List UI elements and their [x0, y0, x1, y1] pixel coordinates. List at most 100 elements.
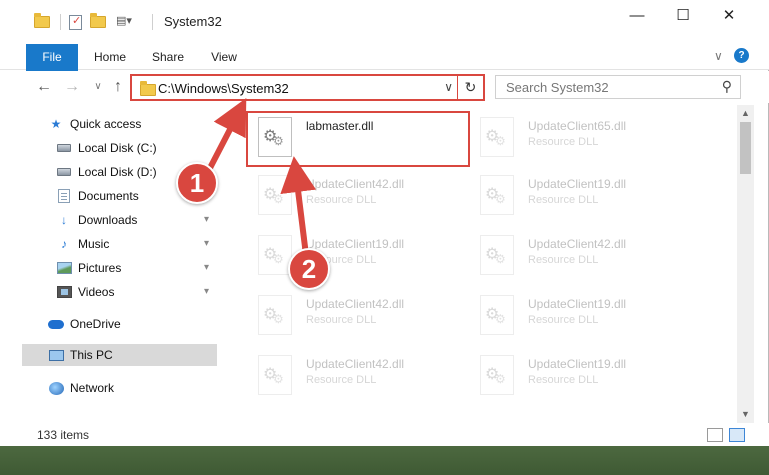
search-box[interactable]: Search System32 ⚲	[495, 75, 741, 99]
minimize-button[interactable]: —	[614, 0, 660, 30]
search-icon[interactable]: ⚲	[722, 78, 732, 95]
navigation-bar: ← → ∨ ↑ C:\Windows\System32 ∨ ↻ Search S…	[0, 71, 769, 103]
file-type: Resource DLL	[528, 314, 599, 326]
tab-view[interactable]: View	[202, 44, 246, 70]
sidebar-item-label: Local Disk (D:)	[78, 165, 157, 179]
scroll-thumb[interactable]	[740, 122, 751, 174]
properties-icon[interactable]: ✓	[69, 14, 82, 30]
file-type: Resource DLL	[528, 374, 599, 386]
file-type: Resource DLL	[306, 314, 377, 326]
download-icon: ↓	[61, 213, 67, 227]
file-type: Resource DLL	[528, 136, 599, 148]
maximize-button[interactable]: ☐	[660, 0, 706, 30]
tab-share[interactable]: Share	[144, 44, 192, 70]
window-title: System32	[164, 14, 222, 29]
navigation-pane: ★ Quick access Local Disk (C:) Local Dis…	[0, 105, 220, 423]
file-item[interactable]: UpdateClient42.dll Resource DLL	[468, 229, 688, 279]
file-name: UpdateClient19.dll	[306, 237, 405, 251]
ribbon-tabs: File Home Share View ∨ ?	[0, 44, 769, 94]
music-icon: ♪	[61, 237, 67, 251]
folder-icon	[140, 81, 156, 96]
file-item[interactable]: UpdateClient19.dll Resource DLL	[246, 229, 466, 279]
dll-file-icon	[480, 235, 514, 275]
sidebar-item-label: OneDrive	[70, 317, 121, 331]
documents-icon	[58, 189, 70, 203]
file-item[interactable]: UpdateClient19.dll Resource DLL	[468, 289, 688, 339]
file-item[interactable]: UpdateClient19.dll Resource DLL	[468, 169, 688, 219]
file-highlight-box	[246, 111, 470, 167]
file-type: Resource DLL	[528, 254, 599, 266]
onedrive-icon	[48, 319, 64, 329]
sidebar-item-documents[interactable]: Documents	[56, 185, 139, 207]
sidebar-item-this-pc[interactable]: This PC	[22, 344, 217, 366]
scroll-up-button[interactable]: ▲	[737, 105, 754, 122]
status-bar: 133 items	[0, 423, 769, 446]
forward-button[interactable]: →	[62, 77, 82, 97]
new-folder-icon[interactable]	[90, 13, 108, 30]
file-item[interactable]: UpdateClient19.dll Resource DLL	[468, 349, 688, 399]
search-placeholder[interactable]: Search System32	[506, 80, 609, 95]
sidebar-item-downloads[interactable]: ↓ Downloads	[56, 209, 137, 231]
help-button[interactable]: ?	[734, 48, 749, 63]
file-name: UpdateClient42.dll	[306, 357, 405, 371]
dll-file-icon	[480, 117, 514, 157]
item-count: 133 items	[37, 428, 90, 442]
file-name: UpdateClient42.dll	[528, 237, 627, 251]
sidebar-item-network[interactable]: Network	[48, 377, 114, 399]
dll-file-icon	[480, 355, 514, 395]
sidebar-item-local-disk-d[interactable]: Local Disk (D:)	[56, 161, 157, 183]
folder-icon	[34, 13, 52, 30]
this-pc-icon	[48, 349, 64, 361]
sidebar-item-quick-access[interactable]: ★ Quick access	[48, 113, 142, 135]
address-path[interactable]: C:\Windows\System32	[158, 81, 289, 96]
up-button[interactable]: ↑	[108, 77, 128, 97]
sidebar-item-label: Local Disk (C:)	[78, 141, 157, 155]
callout-badge-1: 1	[176, 162, 218, 204]
pin-icon[interactable]: ▾	[204, 286, 209, 297]
pictures-icon	[56, 262, 72, 274]
sidebar-item-local-disk-c[interactable]: Local Disk (C:)	[56, 137, 157, 159]
file-item[interactable]: UpdateClient65.dll Resource DLL	[468, 111, 688, 161]
large-icons-view-button[interactable]	[729, 428, 745, 442]
dll-file-icon	[258, 295, 292, 335]
callout-badge-2: 2	[288, 248, 330, 290]
ribbon-collapse-button[interactable]: ∨	[714, 49, 723, 63]
file-type: Resource DLL	[306, 374, 377, 386]
sidebar-item-label: Network	[70, 381, 115, 395]
close-button[interactable]: ✕	[706, 0, 752, 30]
sidebar-item-label: This PC	[70, 348, 113, 362]
sidebar-item-label: Videos	[78, 285, 115, 299]
sidebar-item-videos[interactable]: Videos	[56, 281, 114, 303]
file-item[interactable]: UpdateClient42.dll Resource DLL	[246, 169, 466, 219]
file-name: UpdateClient19.dll	[528, 357, 627, 371]
toolbar-divider	[60, 14, 61, 30]
tab-home[interactable]: Home	[86, 44, 134, 70]
drive-icon	[57, 168, 71, 176]
scroll-down-button[interactable]: ▼	[737, 406, 754, 423]
file-type: Resource DLL	[528, 194, 599, 206]
file-item[interactable]: UpdateClient42.dll Resource DLL	[246, 349, 466, 399]
dll-file-icon	[258, 175, 292, 215]
dll-file-icon	[258, 235, 292, 275]
address-dropdown-button[interactable]: ∨	[444, 80, 453, 94]
vertical-scrollbar[interactable]: ▲ ▼	[737, 105, 754, 423]
pin-icon[interactable]: ▾	[204, 214, 209, 225]
dll-file-icon	[480, 295, 514, 335]
recent-locations-button[interactable]: ∨	[88, 77, 108, 97]
sidebar-item-music[interactable]: ♪ Music	[56, 233, 109, 255]
back-button[interactable]: ←	[34, 77, 54, 97]
customize-toolbar-icon[interactable]: ▤▾	[116, 14, 136, 30]
pin-icon[interactable]: ▾	[204, 262, 209, 273]
file-type: Resource DLL	[306, 194, 377, 206]
sidebar-item-pictures[interactable]: Pictures	[56, 257, 121, 279]
star-icon: ★	[50, 117, 62, 131]
pin-icon[interactable]: ▾	[204, 238, 209, 249]
refresh-button[interactable]: ↻	[457, 74, 483, 101]
videos-icon	[56, 286, 72, 298]
sidebar-item-onedrive[interactable]: OneDrive	[48, 313, 121, 335]
file-item[interactable]: UpdateClient42.dll Resource DLL	[246, 289, 466, 339]
address-bar[interactable]: C:\Windows\System32 ∨ ↻	[130, 74, 485, 101]
drive-icon	[57, 144, 71, 152]
dll-file-icon	[258, 355, 292, 395]
details-view-button[interactable]	[707, 428, 723, 442]
